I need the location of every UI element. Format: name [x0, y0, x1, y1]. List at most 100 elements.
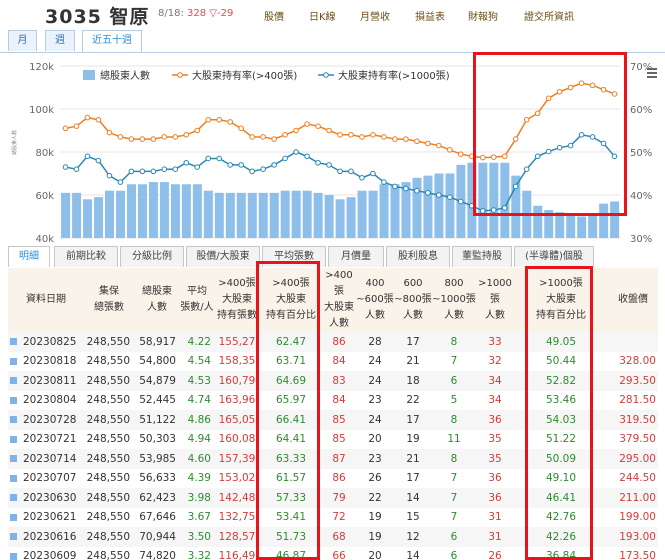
column-header[interactable]: 800 ~1000張 人數: [432, 268, 476, 332]
series-400-point: [392, 136, 398, 142]
series-1000-point: [447, 194, 453, 200]
table-cell: 248,550: [86, 452, 130, 465]
column-header[interactable]: 總股東 人數: [134, 268, 180, 332]
table-row[interactable]: 20230825 248,550 58,917 4.22 155,27 62.47 86 28…: [8, 332, 658, 352]
bar: [390, 184, 400, 238]
series-400-point: [293, 127, 299, 134]
table-cell: 293.50: [619, 374, 656, 387]
table-cell: 36: [488, 491, 502, 504]
column-header-line: ~600張: [356, 294, 394, 305]
table-cell: 54.03: [545, 413, 577, 426]
series-400-line: [65, 82, 615, 159]
table-row[interactable]: 20230616 248,550 70,944 3.50 128,57 51.73 68 19…: [8, 527, 658, 547]
table-row[interactable]: 20230728 248,550 51,122 4.86 165,05 66.41 85 24…: [8, 410, 658, 430]
column-header[interactable]: 收盤價: [608, 268, 658, 332]
table-cell: 86: [332, 335, 346, 348]
column-header[interactable]: 資料日期: [8, 268, 84, 332]
table-cell: 54,879: [139, 374, 176, 387]
quote-date: 8/18:: [158, 8, 184, 19]
column-header[interactable]: >400張 大股東 人數: [322, 268, 356, 332]
tab-month[interactable]: 月: [8, 30, 37, 51]
tab-dividends[interactable]: 股利股息: [386, 246, 450, 267]
shareholder-chart: 120k 70%100k 60%80k 50%60k 40%40k 30%總股東人數總股東…: [11, 62, 652, 245]
table-cell: 52.82: [545, 374, 577, 387]
tab-period-compare[interactable]: 前期比較: [54, 246, 118, 267]
series-1000-point: [106, 172, 113, 179]
series-400-point: [271, 136, 277, 142]
table-cell: 79: [332, 491, 346, 504]
bar: [313, 192, 323, 238]
column-header[interactable]: >1000張 大股東 持有百分比: [514, 268, 608, 332]
series-1000-point: [381, 179, 387, 185]
column-header[interactable]: >400張 大股東 持有張數: [214, 268, 260, 332]
table-cell: 72: [332, 511, 346, 524]
table-cell: 56,633: [139, 472, 176, 485]
bar: [94, 197, 104, 238]
column-header[interactable]: 集保 總張數: [84, 268, 134, 332]
table-cell: 20: [368, 550, 382, 560]
series-400-point: [523, 116, 530, 123]
table-cell: 84: [332, 394, 346, 407]
nav-income-statement[interactable]: 損益表: [415, 8, 445, 23]
series-1000-point: [512, 183, 519, 190]
tab-week[interactable]: 週: [45, 30, 75, 51]
series-1000-point: [425, 190, 431, 196]
column-header[interactable]: 400 ~600張 人數: [356, 268, 394, 332]
table-row[interactable]: 20230721 248,550 50,303 4.94 160,08 64.41 85 20…: [8, 429, 658, 449]
nav-monthly-revenue[interactable]: 月營收: [360, 8, 390, 23]
column-header[interactable]: 平均 張數/人: [180, 268, 214, 332]
series-1000-point: [589, 134, 596, 140]
table-cell: 51,122: [139, 413, 176, 426]
column-header[interactable]: 600 ~800張 人數: [394, 268, 432, 332]
table-cell: 18: [406, 374, 420, 387]
holders-table: 資料日期 集保 總張數 總股東 人數 平均 張數/人 >400張 大股東 持有張數 >400張 大股東…: [8, 268, 658, 560]
column-header[interactable]: >400張 大股東 持有百分比: [260, 268, 322, 332]
table-row[interactable]: 20230804 248,550 52,445 4.74 163,96 65.97 84 23…: [8, 390, 658, 410]
table-row[interactable]: 20230630 248,550 62,423 3.98 142,48 57.33 79 22…: [8, 488, 658, 508]
row-date: 20230818: [23, 355, 77, 368]
tab-average-lots[interactable]: 平均張數: [262, 246, 326, 267]
tab-detail[interactable]: 明細: [8, 246, 50, 267]
table-cell: 7: [450, 511, 458, 524]
column-header[interactable]: >1000張 人數: [476, 268, 514, 332]
nav-statementdog[interactable]: 財報狗: [468, 8, 498, 23]
table-cell: 32: [488, 355, 502, 368]
table-cell: 160,08: [218, 433, 256, 446]
table-cell: 51.22: [545, 433, 577, 446]
legend-marker-400: [177, 72, 183, 78]
column-header-line: ~800張: [394, 294, 432, 305]
table-row[interactable]: 20230818 248,550 54,800 4.54 158,35 63.71 84 24…: [8, 351, 658, 371]
table-row[interactable]: 20230714 248,550 53,985 4.60 157,39 63.33 87 23…: [8, 449, 658, 469]
table-row[interactable]: 20230707 248,550 56,633 4.39 153,02 61.57 86 26…: [8, 468, 658, 488]
bar: [489, 162, 499, 238]
column-header-line: 持有百分比: [266, 310, 316, 321]
table-cell: 319.50: [619, 413, 656, 426]
tab-fifty-weeks[interactable]: 近五十週: [82, 30, 142, 52]
tab-semiconductor-stocks[interactable]: (半導體)個股: [514, 246, 594, 267]
tab-level-ratio[interactable]: 分級比例: [120, 246, 184, 267]
series-400-point: [106, 129, 113, 136]
tab-price-major-holders[interactable]: 股價/大股東: [186, 246, 260, 267]
table-cell: 31: [488, 530, 502, 543]
bar: [181, 184, 191, 238]
table-cell: 199.00: [619, 511, 656, 524]
tab-monthly-volume[interactable]: 月價量: [328, 246, 384, 267]
bar: [83, 199, 93, 238]
table-cell: 83: [332, 374, 346, 387]
table-cell: 173.50: [619, 550, 656, 560]
column-header-line: 持有百分比: [536, 310, 586, 321]
table-cell: 11: [447, 433, 461, 446]
legend-holders: 總股東人數: [100, 69, 150, 82]
table-row[interactable]: 20230811 248,550 54,879 4.53 160,79 64.69 83 24…: [8, 371, 658, 391]
menu-icon[interactable]: [646, 66, 658, 80]
nav-kline[interactable]: 日K線: [309, 8, 336, 23]
table-row[interactable]: 20230609 248,550 74,820 3.32 116,49 46.87 66 20…: [8, 546, 658, 560]
nav-twse-info[interactable]: 證交所資訊: [524, 8, 574, 23]
tab-director-holdings[interactable]: 董監持股: [452, 246, 512, 267]
column-header-line: 平均: [187, 286, 207, 297]
table-row-square-icon: [10, 494, 17, 502]
table-cell: 4.39: [187, 472, 211, 485]
table-row[interactable]: 20230621 248,550 67,646 3.67 132,75 53.41 72 19…: [8, 507, 658, 527]
nav-price[interactable]: 股價: [264, 8, 284, 23]
table-cell: 4.53: [187, 374, 211, 387]
